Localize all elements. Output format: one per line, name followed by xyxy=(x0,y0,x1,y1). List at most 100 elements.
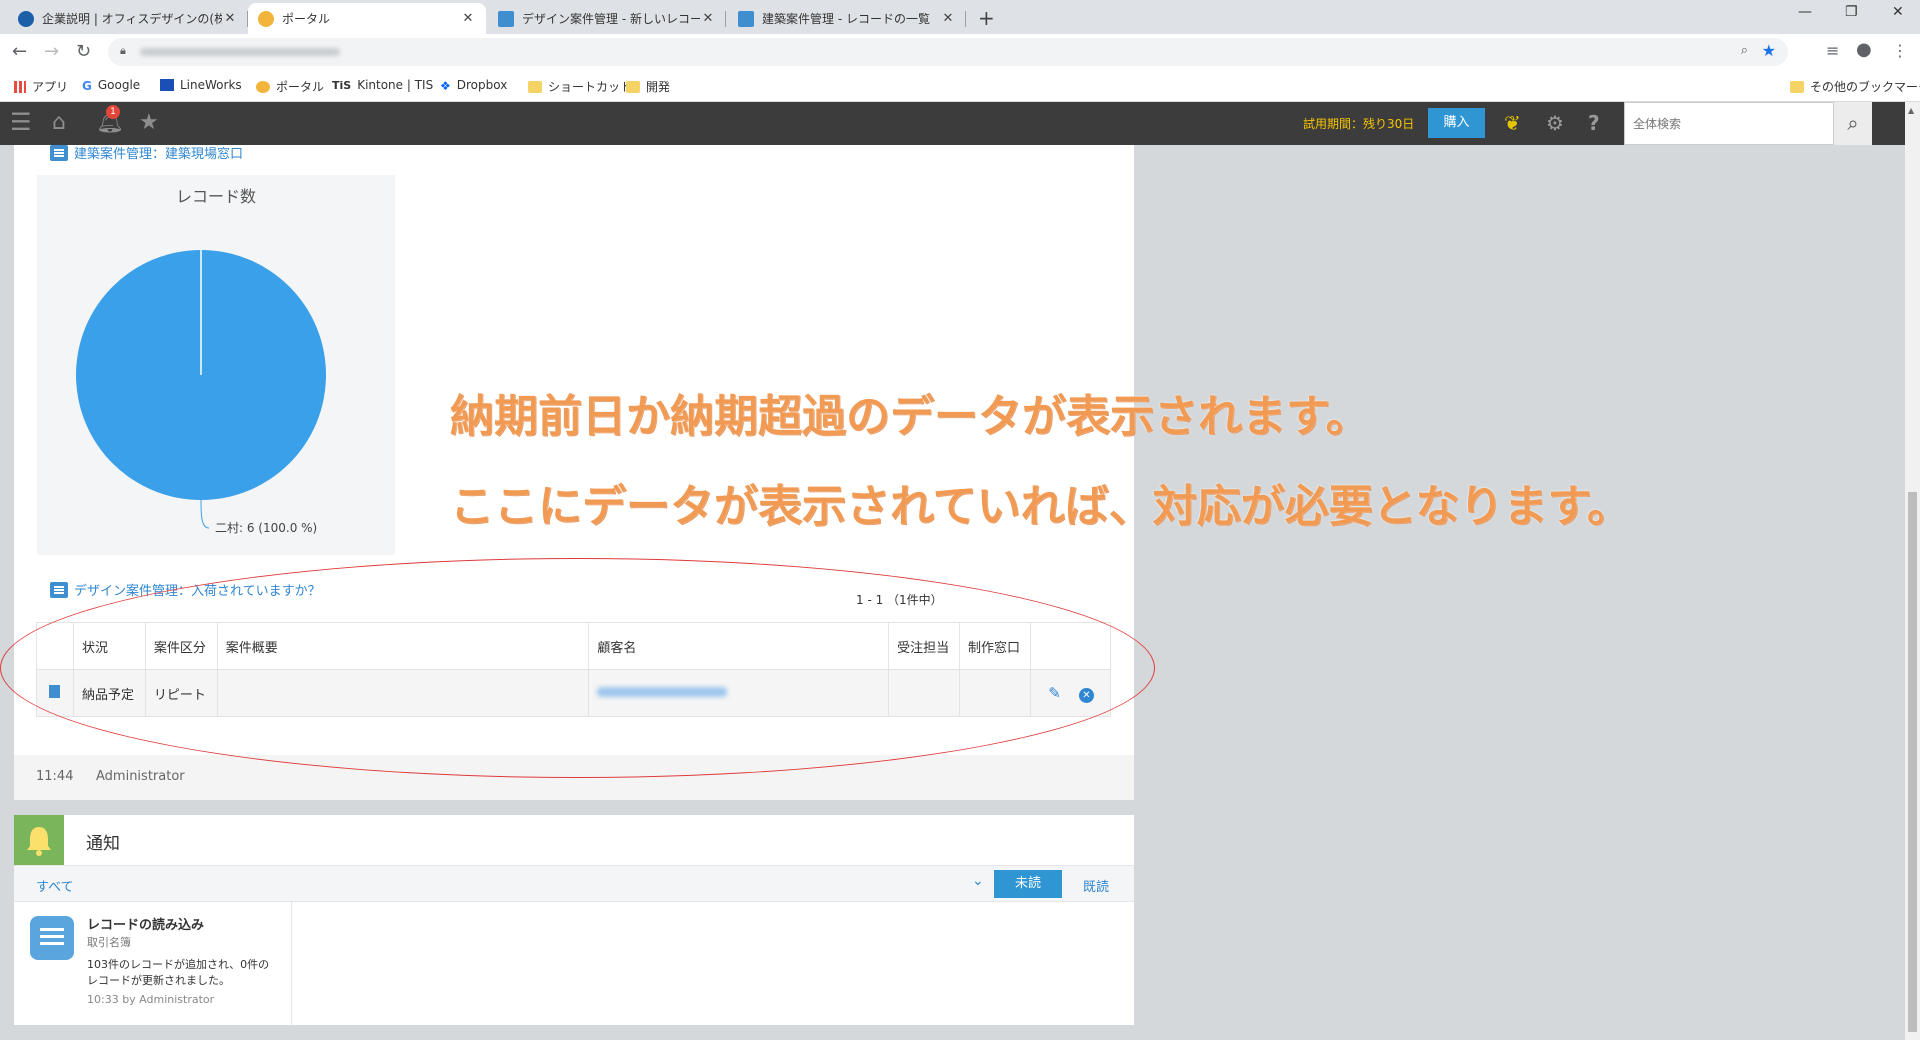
close-tab-icon[interactable]: ✕ xyxy=(222,11,238,26)
close-tab-icon[interactable]: ✕ xyxy=(460,11,476,26)
pie-data-label: 二村: 6 (100.0 %) xyxy=(215,521,317,535)
bookmark-star-icon[interactable]: ★ xyxy=(1762,41,1776,60)
customer-cell[interactable] xyxy=(588,669,890,717)
restore-icon[interactable]: ❐ xyxy=(1845,4,1858,20)
unread-tab-button[interactable]: 未読 xyxy=(994,870,1062,898)
google-icon: G xyxy=(82,79,92,93)
menu-hamburger-icon[interactable]: ☰ xyxy=(10,108,32,136)
notification-item[interactable]: レコードの読み込み 取引名簿 103件のレコードが追加され、0件の レコードが更… xyxy=(14,902,292,1025)
column-header[interactable]: 制作窓口 xyxy=(959,622,1031,670)
pagination-count: 1 - 1 （1件中） xyxy=(856,593,943,607)
list-app-link[interactable]: デザイン案件管理：入荷されていますか？ xyxy=(50,580,321,599)
scroll-up-arrow-icon[interactable]: ▲ xyxy=(1908,106,1914,115)
notification-filter-bar: すべて ⌄ 未読 既読 xyxy=(14,865,1134,902)
column-header[interactable]: 受注担当 xyxy=(888,622,961,670)
reload-icon[interactable]: ↻ xyxy=(76,41,91,62)
new-tab-icon[interactable]: + xyxy=(978,6,995,30)
help-icon[interactable]: ? xyxy=(1588,111,1600,135)
record-document-icon[interactable] xyxy=(49,684,61,698)
record-detail-cell[interactable] xyxy=(36,669,74,717)
record-list-table: 状況 案件区分 案件概要 顧客名 受注担当 制作窓口 納品予定 リピート ✎ ✕ xyxy=(36,622,1112,717)
sales-rep-cell xyxy=(888,669,961,717)
delete-icon[interactable]: ✕ xyxy=(1079,687,1094,703)
bookmark-lineworks[interactable]: LineWorks xyxy=(160,78,242,92)
page-scrollbar[interactable]: ▲ xyxy=(1905,102,1920,1040)
search-button[interactable]: ⌕ xyxy=(1834,102,1872,145)
reading-list-icon[interactable]: ≡ xyxy=(1826,41,1839,60)
summary-cell xyxy=(217,669,590,717)
chrome-menu-icon[interactable]: ⋮ xyxy=(1892,41,1908,60)
bookmark-label: Kintone | TIS xyxy=(357,78,434,92)
close-tab-icon[interactable]: ✕ xyxy=(940,11,956,26)
browser-tab[interactable]: デザイン案件管理 - 新しいレコード ✕ xyxy=(488,3,726,34)
column-header[interactable]: 顧客名 xyxy=(588,622,890,670)
header-icon-column xyxy=(36,622,74,670)
producer-cell xyxy=(959,669,1031,717)
close-tab-icon[interactable]: ✕ xyxy=(700,11,716,26)
footer-user: Administrator xyxy=(96,769,185,784)
column-header[interactable]: 状況 xyxy=(73,622,146,670)
home-icon[interactable]: ⌂ xyxy=(52,110,66,135)
portal-footer: 11:44 Administrator xyxy=(14,755,1134,800)
profile-avatar-icon[interactable]: ● xyxy=(1856,39,1872,60)
bookmark-google[interactable]: G Google xyxy=(82,78,140,93)
browser-tab-strip: 企業説明 | オフィスデザインの(株)ス ✕ ポータル ✕ デザイン案件管理 -… xyxy=(0,0,1920,34)
global-search-box[interactable] xyxy=(1624,102,1834,145)
header-actions-column xyxy=(1030,622,1112,670)
read-tab-button[interactable]: 既読 xyxy=(1083,876,1109,895)
status-cell: 納品予定 xyxy=(73,669,146,717)
app-favicon-icon xyxy=(738,10,754,27)
notification-item-body-line1: 103件のレコードが追加され、0件の xyxy=(87,958,270,971)
trial-period-text[interactable]: 試用期間：残り30日 xyxy=(1303,115,1414,132)
settings-gear-icon[interactable]: ⚙ xyxy=(1546,111,1564,135)
browser-tab-title: ポータル xyxy=(282,12,331,26)
column-header[interactable]: 案件区分 xyxy=(145,622,218,670)
zoom-icon[interactable]: ⌕ xyxy=(1741,43,1748,58)
table-row[interactable]: 納品予定 リピート ✎ ✕ xyxy=(36,669,1112,717)
address-bar[interactable]: 🔒︎ ⌕ ★ xyxy=(108,38,1788,66)
browser-tab-active[interactable]: ポータル ✕ xyxy=(248,3,486,34)
browser-tab[interactable]: 企業説明 | オフィスデザインの(株)ス ✕ xyxy=(8,3,248,34)
app-link-label: 建築案件管理：建築現場窓口 xyxy=(74,147,244,162)
column-header[interactable]: 案件概要 xyxy=(217,622,590,670)
browser-tab-title: デザイン案件管理 - 新しいレコード xyxy=(522,12,700,26)
bookmarks-bar: アプリ G Google LineWorks ポータル TiS Kintone … xyxy=(0,70,1920,102)
edit-pencil-icon[interactable]: ✎ xyxy=(1048,684,1061,702)
search-icon: ⌕ xyxy=(1847,111,1859,135)
folder-icon xyxy=(1790,80,1804,93)
global-search-input[interactable] xyxy=(1633,117,1793,131)
bookmark-portal[interactable]: ポータル xyxy=(256,78,324,95)
bookmark-dropbox[interactable]: ❖ Dropbox xyxy=(440,78,507,93)
browser-tab-title: 企業説明 | オフィスデザインの(株)ス xyxy=(42,12,222,26)
kintone-header: ☰ ⌂ 🔔︎ 1 ★ 試用期間：残り30日 購入 ❦ ⚙ ? ⌕ xyxy=(0,102,1905,145)
bookmark-kintone-tis[interactable]: TiS Kintone | TIS xyxy=(332,78,433,92)
bookmark-folder-shortcut[interactable]: ショートカット xyxy=(528,78,632,95)
bookmark-apps[interactable]: アプリ xyxy=(14,78,68,95)
notification-bell-tile xyxy=(14,815,64,865)
notification-title: 通知 xyxy=(86,834,120,854)
bookmark-label: アプリ xyxy=(32,80,69,94)
browser-tab[interactable]: 建築案件管理 - レコードの一覧 ✕ xyxy=(728,3,966,34)
url-text-blurred xyxy=(140,48,340,56)
minimize-icon[interactable]: — xyxy=(1798,4,1812,20)
notification-item-meta: 10:33 by Administrator xyxy=(87,993,215,1006)
scrollbar-thumb[interactable] xyxy=(1908,492,1917,1032)
chart-app-link[interactable]: 建築案件管理：建築現場窓口 xyxy=(50,143,243,162)
bookmark-label: ショートカット xyxy=(548,80,633,94)
apps-grid-icon xyxy=(14,80,26,93)
back-icon[interactable]: ← xyxy=(12,41,27,62)
favorites-star-icon[interactable]: ★ xyxy=(139,110,159,135)
chevron-down-icon[interactable]: ⌄ xyxy=(972,873,984,889)
forward-icon[interactable]: → xyxy=(44,41,59,62)
beginner-mark-icon[interactable]: ❦ xyxy=(1504,111,1521,135)
lineworks-icon xyxy=(160,79,174,91)
bookmark-other[interactable]: その他のブックマーク xyxy=(1790,78,1920,95)
filter-all-dropdown[interactable]: すべて xyxy=(36,876,74,895)
customer-name-blurred[interactable] xyxy=(597,686,728,697)
notification-panel: 通知 すべて ⌄ 未読 既読 レコードの読み込み 取引名簿 103件のレコードが… xyxy=(14,815,1134,1025)
dropbox-icon: ❖ xyxy=(440,79,451,93)
close-window-icon[interactable]: ✕ xyxy=(1892,4,1904,20)
buy-button[interactable]: 購入 xyxy=(1428,108,1485,138)
bookmark-folder-dev[interactable]: 開発 xyxy=(626,78,670,95)
annotation-line-1: 納期前日か納期超過のデータが表示されます。 xyxy=(450,391,1370,442)
